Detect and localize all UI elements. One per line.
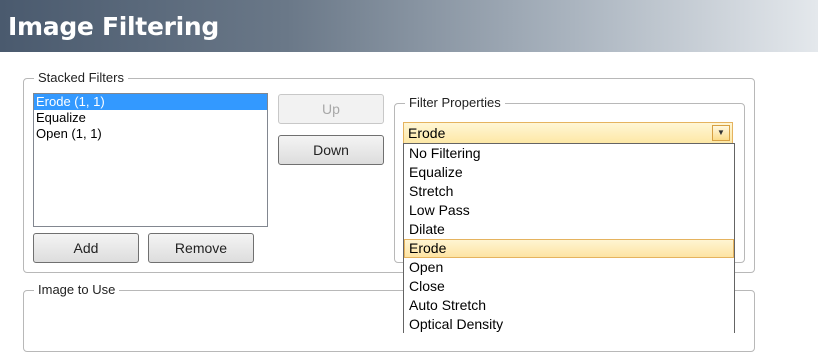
filter-type-dropdown-list[interactable]: No Filtering Equalize Stretch Low Pass D… <box>403 143 735 333</box>
add-button-label: Add <box>73 240 99 256</box>
list-item[interactable]: Erode (1, 1) <box>34 94 267 110</box>
up-button-label: Up <box>322 101 340 117</box>
dropdown-option-dilate[interactable]: Dilate <box>404 220 734 239</box>
down-button-label: Down <box>313 142 349 158</box>
dropdown-option-open[interactable]: Open <box>404 258 734 277</box>
dropdown-option-optical-density[interactable]: Optical Density <box>404 315 734 333</box>
stacked-filters-legend: Stacked Filters <box>34 69 128 87</box>
remove-button-label: Remove <box>174 240 228 256</box>
filter-type-value: Erode <box>408 125 446 141</box>
dropdown-option-close[interactable]: Close <box>404 277 734 296</box>
dropdown-option-equalize[interactable]: Equalize <box>404 163 734 182</box>
dropdown-option-auto-stretch[interactable]: Auto Stretch <box>404 296 734 315</box>
page-header: Image Filtering <box>0 0 818 52</box>
add-button[interactable]: Add <box>33 233 139 263</box>
dropdown-option-low-pass[interactable]: Low Pass <box>404 201 734 220</box>
image-to-use-legend: Image to Use <box>34 281 120 299</box>
filter-type-select[interactable]: Erode ▼ <box>403 122 733 144</box>
dropdown-option-stretch[interactable]: Stretch <box>404 182 734 201</box>
up-button[interactable]: Up <box>278 94 384 124</box>
page-title: Image Filtering <box>8 12 219 41</box>
chevron-down-icon[interactable]: ▼ <box>712 125 730 141</box>
list-item[interactable]: Equalize <box>34 110 267 126</box>
stacked-filters-list[interactable]: Erode (1, 1) Equalize Open (1, 1) <box>33 93 268 227</box>
filter-properties-legend: Filter Properties <box>405 94 505 112</box>
remove-button[interactable]: Remove <box>148 233 254 263</box>
dropdown-option-no-filtering[interactable]: No Filtering <box>404 144 734 163</box>
down-button[interactable]: Down <box>278 135 384 165</box>
dropdown-option-erode[interactable]: Erode <box>404 239 734 258</box>
list-item[interactable]: Open (1, 1) <box>34 126 267 142</box>
